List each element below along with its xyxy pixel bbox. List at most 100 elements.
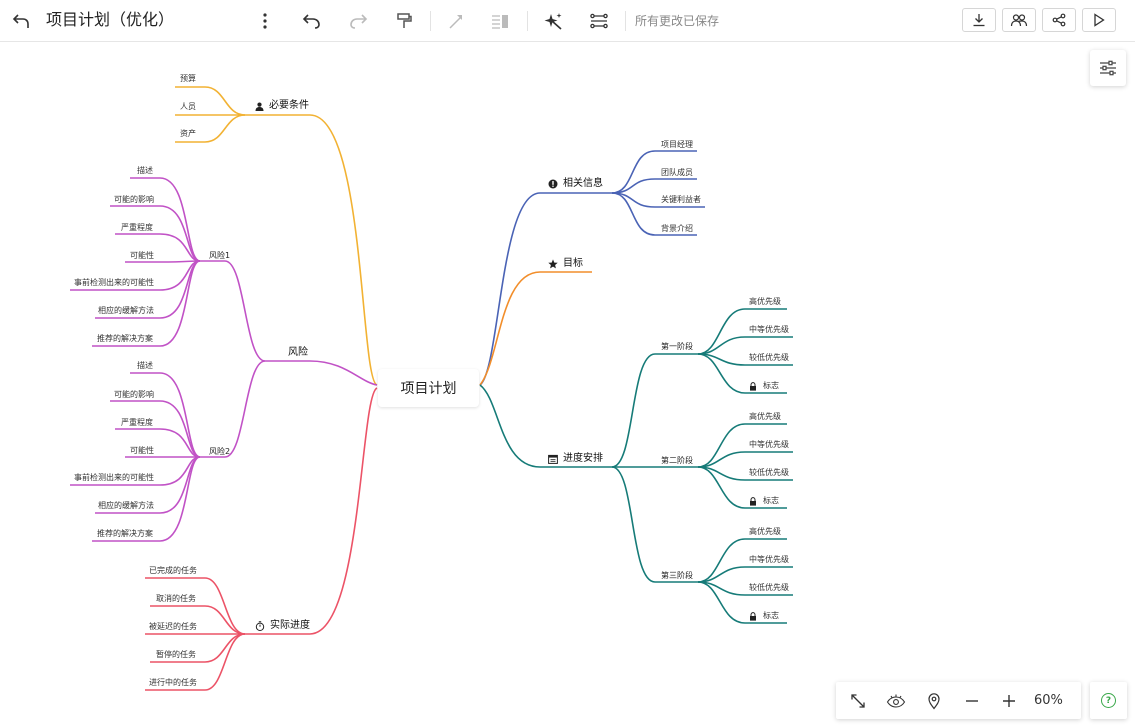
- subtopic-phase3[interactable]: 第三阶段: [661, 570, 693, 582]
- topic-label: 风险: [288, 347, 308, 358]
- leaf-project-manager[interactable]: 项目经理: [661, 139, 693, 151]
- leaf-delayed-tasks[interactable]: 被延迟的任务: [149, 621, 197, 633]
- leaf-ongoing-tasks[interactable]: 进行中的任务: [149, 677, 197, 689]
- leaf-phase1-medium[interactable]: 中等优先级: [749, 324, 789, 336]
- leaf-phase2-flag[interactable]: 标志: [749, 495, 779, 507]
- fit-screen-icon[interactable]: [847, 690, 869, 712]
- leaf-assets[interactable]: 资产: [180, 128, 196, 140]
- leaf-label: 标志: [763, 611, 779, 620]
- topic-schedule[interactable]: 进度安排: [548, 453, 603, 465]
- magic-icon[interactable]: [539, 7, 567, 35]
- subtopic-risk2[interactable]: 风险2: [209, 446, 230, 458]
- more-icon[interactable]: [251, 7, 279, 35]
- leaf-risk1-description[interactable]: 描述: [137, 165, 153, 177]
- stopwatch-icon: [255, 621, 265, 631]
- back-arrow-icon[interactable]: [7, 7, 35, 35]
- leaf-phase2-high[interactable]: 高优先级: [749, 411, 781, 423]
- leaf-paused-tasks[interactable]: 暂停的任务: [156, 649, 196, 661]
- leaf-risk1-solution[interactable]: 推荐的解决方案: [97, 333, 153, 345]
- zoom-in-icon[interactable]: [998, 690, 1020, 712]
- topic-label: 进度安排: [563, 453, 603, 464]
- download-icon[interactable]: [962, 8, 996, 32]
- leaf-phase1-high[interactable]: 高优先级: [749, 296, 781, 308]
- undo-icon[interactable]: [298, 7, 326, 35]
- leaf-budget[interactable]: 预算: [180, 73, 196, 85]
- format-painter-icon[interactable]: [390, 7, 418, 35]
- zoom-level[interactable]: 60%: [1034, 692, 1063, 710]
- leaf-phase3-high[interactable]: 高优先级: [749, 526, 781, 538]
- leaf-risk2-impact[interactable]: 可能的影响: [114, 389, 154, 401]
- leaf-risk2-description[interactable]: 描述: [137, 360, 153, 372]
- toolbar: 项目计划（优化） 所有更改已保存: [0, 0, 1135, 42]
- zoom-toolbar: 60%: [836, 682, 1081, 719]
- share-icon[interactable]: [1042, 8, 1076, 32]
- leaf-phase1-flag[interactable]: 标志: [749, 380, 779, 392]
- leaf-risk1-severity[interactable]: 严重程度: [121, 222, 153, 234]
- leaf-risk2-likelihood[interactable]: 可能性: [130, 445, 154, 457]
- subtopic-phase1[interactable]: 第一阶段: [661, 341, 693, 353]
- leaf-label: 标志: [763, 496, 779, 505]
- connector-icon[interactable]: [442, 7, 470, 35]
- topic-info[interactable]: 相关信息: [548, 178, 603, 190]
- topic-label: 相关信息: [563, 178, 603, 189]
- connector-progress: [309, 387, 378, 635]
- subtopic-phase2[interactable]: 第二阶段: [661, 455, 693, 467]
- divider: [430, 11, 431, 31]
- topic-goal[interactable]: 目标: [548, 258, 583, 270]
- calendar-icon: [548, 454, 558, 464]
- topic-label: 目标: [563, 258, 583, 269]
- lock-icon: [750, 381, 756, 391]
- leaf-staff[interactable]: 人员: [180, 101, 196, 113]
- divider: [527, 11, 528, 31]
- connector-goal: [479, 271, 541, 386]
- leaf-completed-tasks[interactable]: 已完成的任务: [149, 565, 197, 577]
- leaf-risk2-mitigation[interactable]: 相应的缓解方法: [98, 500, 154, 512]
- leaf-risk1-likelihood[interactable]: 可能性: [130, 250, 154, 262]
- leaf-risk2-severity[interactable]: 严重程度: [121, 417, 153, 429]
- lock-icon: [750, 496, 756, 506]
- leaf-risk1-impact[interactable]: 可能的影响: [114, 194, 154, 206]
- connector-prerequisites: [309, 114, 378, 386]
- central-topic[interactable]: 项目计划: [378, 369, 479, 407]
- lock-icon: [750, 611, 756, 621]
- topic-prerequisites[interactable]: 必要条件: [255, 100, 309, 112]
- leaf-background[interactable]: 背景介绍: [661, 223, 693, 235]
- structure-icon[interactable]: [585, 7, 613, 35]
- leaf-team-members[interactable]: 团队成员: [661, 167, 693, 179]
- leaf-phase1-low[interactable]: 较低优先级: [749, 352, 789, 364]
- topic-label: 必要条件: [269, 100, 309, 111]
- leaf-risk2-solution[interactable]: 推荐的解决方案: [97, 528, 153, 540]
- help-icon: ?: [1101, 693, 1116, 708]
- collaborators-icon[interactable]: [1002, 8, 1036, 32]
- topic-progress[interactable]: 实际进度: [255, 620, 310, 632]
- topic-label: 实际进度: [270, 620, 310, 631]
- leaf-phase3-flag[interactable]: 标志: [749, 610, 779, 622]
- connector-schedule: [479, 384, 541, 468]
- leaf-label: 标志: [763, 381, 779, 390]
- outline-icon[interactable]: [486, 7, 514, 35]
- subtopic-risk1[interactable]: 风险1: [209, 250, 230, 262]
- help-button[interactable]: ?: [1090, 682, 1127, 719]
- leaf-risk1-detection[interactable]: 事前检测出来的可能性: [74, 277, 154, 289]
- connector-info: [479, 192, 541, 386]
- document-title[interactable]: 项目计划（优化）: [46, 10, 174, 30]
- redo-icon[interactable]: [344, 7, 372, 35]
- connector-risk: [309, 360, 378, 386]
- zoom-out-icon[interactable]: [961, 690, 983, 712]
- leaf-phase2-medium[interactable]: 中等优先级: [749, 439, 789, 451]
- info-icon: [548, 179, 558, 189]
- present-icon[interactable]: [1082, 8, 1116, 32]
- leaf-phase2-low[interactable]: 较低优先级: [749, 467, 789, 479]
- locate-icon[interactable]: [923, 690, 945, 712]
- leaf-cancelled-tasks[interactable]: 取消的任务: [156, 593, 196, 605]
- person-icon: [255, 102, 264, 111]
- view-icon[interactable]: [885, 690, 907, 712]
- leaf-stakeholders[interactable]: 关键利益者: [661, 194, 701, 206]
- save-status: 所有更改已保存: [635, 14, 720, 28]
- leaf-phase3-medium[interactable]: 中等优先级: [749, 554, 789, 566]
- leaf-risk2-detection[interactable]: 事前检测出来的可能性: [74, 472, 154, 484]
- topic-risk[interactable]: 风险: [288, 347, 308, 359]
- star-icon: [548, 259, 558, 269]
- leaf-risk1-mitigation[interactable]: 相应的缓解方法: [98, 305, 154, 317]
- leaf-phase3-low[interactable]: 较低优先级: [749, 582, 789, 594]
